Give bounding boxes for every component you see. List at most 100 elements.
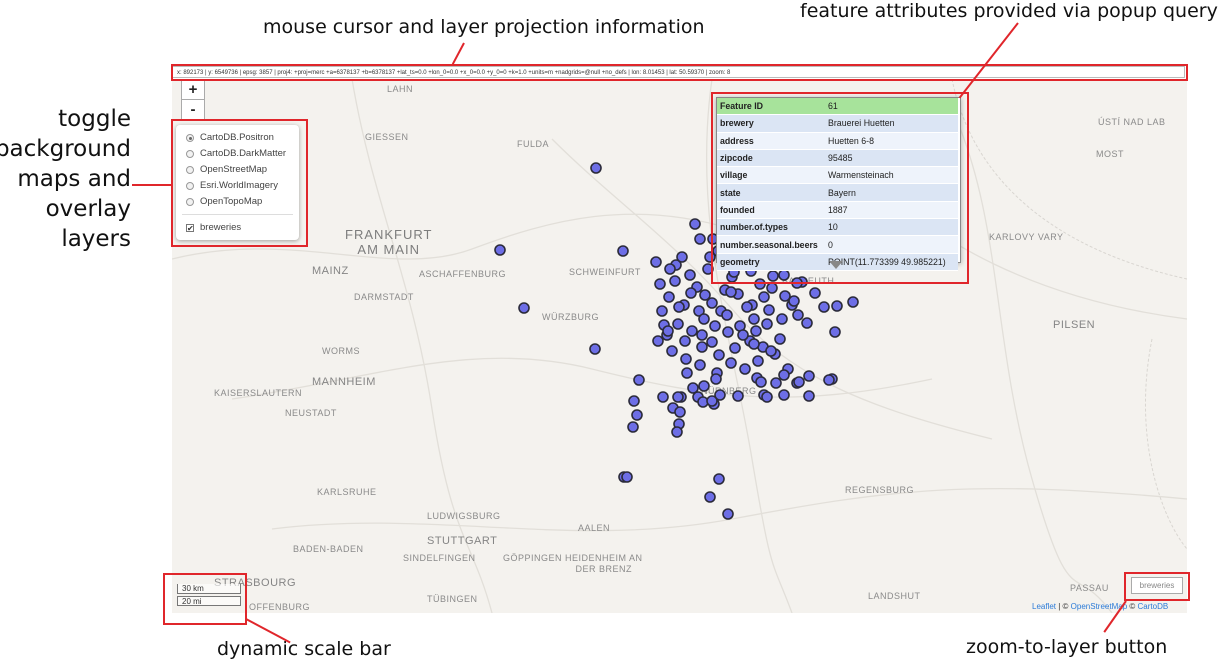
brewery-marker[interactable] [793, 376, 805, 388]
brewery-marker[interactable] [809, 287, 821, 299]
brewery-marker[interactable] [737, 329, 749, 341]
brewery-marker[interactable] [663, 291, 675, 303]
layer-option-esri[interactable]: Esri.WorldImagery [186, 179, 278, 193]
brewery-marker[interactable] [803, 370, 815, 382]
brewery-marker[interactable] [831, 300, 843, 312]
brewery-marker[interactable] [725, 357, 737, 369]
brewery-marker[interactable] [652, 335, 664, 347]
brewery-marker[interactable] [765, 345, 777, 357]
brewery-marker[interactable] [706, 336, 718, 348]
brewery-marker[interactable] [621, 471, 633, 483]
brewery-marker[interactable] [662, 325, 674, 337]
brewery-marker[interactable] [748, 338, 760, 350]
brewery-marker[interactable] [803, 390, 815, 402]
brewery-marker[interactable] [590, 162, 602, 174]
brewery-marker[interactable] [672, 318, 684, 330]
brewery-marker[interactable] [631, 409, 643, 421]
map-view[interactable]: LAHN GIESSEN FULDA FRANKFURT AM MAIN MAI… [172, 79, 1187, 613]
brewery-marker[interactable] [672, 391, 684, 403]
layer-option-darkmatter[interactable]: CartoDB.DarkMatter [186, 147, 286, 161]
brewery-marker[interactable] [684, 269, 696, 281]
brewery-marker[interactable] [627, 421, 639, 433]
brewery-marker[interactable] [761, 391, 773, 403]
brewery-marker[interactable] [755, 376, 767, 388]
radio-icon[interactable] [186, 134, 194, 142]
brewery-marker[interactable] [696, 341, 708, 353]
brewery-marker[interactable] [770, 377, 782, 389]
brewery-marker[interactable] [748, 313, 760, 325]
brewery-marker[interactable] [710, 373, 722, 385]
brewery-marker[interactable] [818, 301, 830, 313]
radio-icon[interactable] [186, 198, 194, 206]
brewery-marker[interactable] [674, 406, 686, 418]
brewery-marker[interactable] [694, 233, 706, 245]
brewery-marker[interactable] [699, 289, 711, 301]
brewery-marker[interactable] [702, 263, 714, 275]
brewery-marker[interactable] [766, 282, 778, 294]
brewery-marker[interactable] [696, 329, 708, 341]
brewery-marker[interactable] [633, 374, 645, 386]
brewery-marker[interactable] [761, 318, 773, 330]
brewery-marker[interactable] [767, 270, 779, 282]
brewery-marker[interactable] [694, 359, 706, 371]
brewery-marker[interactable] [706, 395, 718, 407]
brewery-marker[interactable] [823, 374, 835, 386]
brewery-marker[interactable] [617, 245, 629, 257]
brewery-marker[interactable] [518, 302, 530, 314]
brewery-marker[interactable] [801, 317, 813, 329]
radio-icon[interactable] [186, 166, 194, 174]
brewery-marker[interactable] [494, 244, 506, 256]
radio-icon[interactable] [186, 150, 194, 158]
brewery-marker[interactable] [774, 333, 786, 345]
brewery-marker[interactable] [754, 278, 766, 290]
brewery-marker[interactable] [713, 473, 725, 485]
brewery-marker[interactable] [776, 313, 788, 325]
brewery-marker[interactable] [689, 218, 701, 230]
brewery-marker[interactable] [704, 491, 716, 503]
brewery-marker[interactable] [650, 256, 662, 268]
brewery-marker[interactable] [709, 320, 721, 332]
brewery-marker[interactable] [698, 380, 710, 392]
layer-option-positron[interactable]: CartoDB.Positron [186, 131, 274, 145]
brewery-marker[interactable] [676, 251, 688, 263]
leaflet-link[interactable]: Leaflet [1032, 602, 1056, 611]
brewery-marker[interactable] [778, 269, 790, 281]
carto-link[interactable]: CartoDB [1138, 602, 1169, 611]
brewery-marker[interactable] [758, 291, 770, 303]
brewery-marker[interactable] [778, 369, 790, 381]
zoom-to-layer-button[interactable]: breweries [1131, 577, 1183, 594]
brewery-marker[interactable] [656, 305, 668, 317]
overlay-option-breweries[interactable]: ✔ breweries [186, 221, 241, 235]
brewery-marker[interactable] [685, 287, 697, 299]
brewery-marker[interactable] [666, 345, 678, 357]
brewery-marker[interactable] [791, 277, 803, 289]
brewery-marker[interactable] [763, 304, 775, 316]
zoom-out-button[interactable]: - [181, 99, 205, 121]
brewery-marker[interactable] [750, 325, 762, 337]
brewery-marker[interactable] [778, 389, 790, 401]
brewery-marker[interactable] [654, 278, 666, 290]
brewery-marker[interactable] [679, 335, 691, 347]
radio-icon[interactable] [186, 182, 194, 190]
brewery-marker[interactable] [671, 426, 683, 438]
brewery-marker[interactable] [664, 263, 676, 275]
brewery-markers[interactable] [172, 79, 1187, 613]
brewery-marker[interactable] [673, 301, 685, 313]
brewery-marker[interactable] [732, 390, 744, 402]
layer-option-opentopo[interactable]: OpenTopoMap [186, 195, 262, 209]
brewery-marker[interactable] [792, 309, 804, 321]
brewery-marker[interactable] [741, 301, 753, 313]
brewery-marker[interactable] [698, 313, 710, 325]
brewery-marker[interactable] [788, 295, 800, 307]
brewery-marker[interactable] [669, 275, 681, 287]
brewery-marker[interactable] [739, 363, 751, 375]
brewery-marker[interactable] [628, 395, 640, 407]
brewery-marker[interactable] [722, 508, 734, 520]
brewery-marker[interactable] [722, 326, 734, 338]
brewery-marker[interactable] [847, 296, 859, 308]
brewery-marker[interactable] [729, 342, 741, 354]
brewery-marker[interactable] [725, 286, 737, 298]
zoom-in-button[interactable]: + [181, 79, 205, 101]
brewery-marker[interactable] [713, 349, 725, 361]
brewery-marker[interactable] [686, 325, 698, 337]
